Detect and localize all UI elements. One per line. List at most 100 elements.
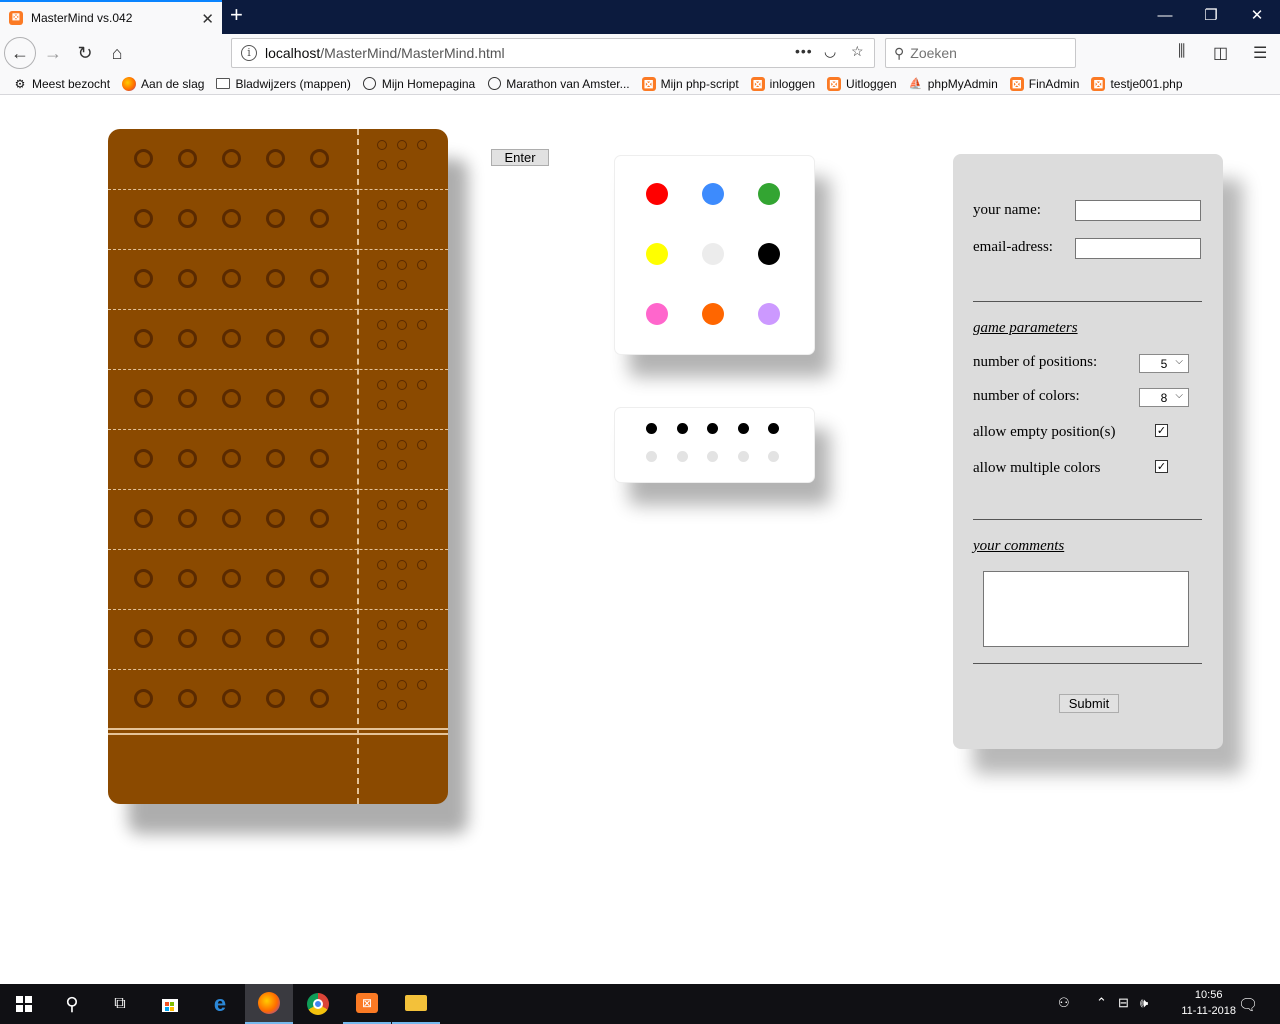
submit-button[interactable]: Submit: [1059, 694, 1119, 713]
restore-icon[interactable]: ❐: [1188, 4, 1234, 28]
close-window-icon[interactable]: ✕: [1234, 4, 1280, 28]
palette-color-peg[interactable]: [702, 303, 724, 325]
peg-hole[interactable]: [178, 569, 197, 588]
peg-hole[interactable]: [266, 509, 285, 528]
chevron-up-icon[interactable]: ⌃: [1096, 995, 1107, 1011]
file-explorer-icon[interactable]: [392, 984, 440, 1024]
peg-hole[interactable]: [266, 329, 285, 348]
peg-hole[interactable]: [310, 149, 329, 168]
peg-hole[interactable]: [310, 509, 329, 528]
peg-hole[interactable]: [134, 689, 153, 708]
bookmark-item[interactable]: ⛵ phpMyAdmin: [909, 77, 998, 91]
xampp-icon[interactable]: ⊠: [343, 984, 391, 1024]
palette-color-peg[interactable]: [758, 243, 780, 265]
peg-hole[interactable]: [266, 209, 285, 228]
peg-hole[interactable]: [266, 389, 285, 408]
peg-hole[interactable]: [310, 569, 329, 588]
menu-icon[interactable]: ☰: [1253, 43, 1267, 63]
name-field[interactable]: [1075, 200, 1201, 221]
peg-hole[interactable]: [134, 209, 153, 228]
comments-textarea[interactable]: [983, 571, 1189, 647]
back-icon[interactable]: ←: [4, 37, 36, 69]
bookmark-item[interactable]: ⊠ testje001.php: [1091, 76, 1183, 91]
peg-hole[interactable]: [178, 389, 197, 408]
peg-hole[interactable]: [134, 569, 153, 588]
library-icon[interactable]: ⫼: [1178, 43, 1185, 61]
peg-hole[interactable]: [134, 389, 153, 408]
network-icon[interactable]: ⊟: [1118, 995, 1129, 1011]
peg-hole[interactable]: [178, 509, 197, 528]
peg-hole[interactable]: [310, 209, 329, 228]
peg-hole[interactable]: [178, 269, 197, 288]
firefox-icon[interactable]: [245, 984, 293, 1024]
palette-color-peg[interactable]: [646, 243, 668, 265]
palette-color-peg[interactable]: [702, 183, 724, 205]
peg-hole[interactable]: [310, 689, 329, 708]
peg-hole[interactable]: [134, 509, 153, 528]
peg-hole[interactable]: [310, 269, 329, 288]
peg-hole[interactable]: [266, 269, 285, 288]
peg-hole[interactable]: [222, 149, 241, 168]
peg-hole[interactable]: [178, 689, 197, 708]
peg-hole[interactable]: [222, 209, 241, 228]
edge-icon[interactable]: e: [196, 984, 244, 1024]
clock[interactable]: 10:56 11-11-2018: [1181, 987, 1236, 1019]
palette-color-peg[interactable]: [646, 303, 668, 325]
forward-icon[interactable]: →: [38, 38, 68, 68]
palette-color-peg[interactable]: [758, 303, 780, 325]
colors-select[interactable]: 8 ⌵: [1139, 388, 1189, 407]
pocket-icon[interactable]: ◡: [824, 43, 836, 60]
bookmark-item[interactable]: ⚙ Meest bezocht: [13, 77, 110, 91]
store-icon[interactable]: [146, 984, 194, 1024]
url-bar[interactable]: i localhost/MasterMind/MasterMind.html •…: [231, 38, 875, 68]
tab-mastermind[interactable]: ⊠ MasterMind vs.042 ✕: [0, 0, 222, 34]
bookmark-item[interactable]: ⊠ inloggen: [750, 76, 815, 91]
peg-hole[interactable]: [178, 209, 197, 228]
info-icon[interactable]: i: [241, 45, 257, 61]
chrome-icon[interactable]: [294, 984, 342, 1024]
peg-hole[interactable]: [178, 149, 197, 168]
peg-hole[interactable]: [134, 269, 153, 288]
peg-hole[interactable]: [310, 629, 329, 648]
palette-color-peg[interactable]: [702, 243, 724, 265]
peg-hole[interactable]: [266, 629, 285, 648]
bookmark-item[interactable]: ⊠ Mijn php-script: [641, 76, 739, 91]
peg-hole[interactable]: [266, 149, 285, 168]
peg-hole[interactable]: [222, 509, 241, 528]
bookmark-item[interactable]: Marathon van Amster...: [487, 77, 630, 91]
peg-hole[interactable]: [222, 689, 241, 708]
new-tab-icon[interactable]: +: [230, 4, 243, 26]
reload-icon[interactable]: ↻: [70, 38, 100, 68]
bookmark-item[interactable]: Aan de slag: [122, 76, 204, 91]
home-icon[interactable]: ⌂: [102, 38, 132, 68]
peg-hole[interactable]: [222, 329, 241, 348]
volume-icon[interactable]: 🕪: [1140, 995, 1148, 1011]
peg-hole[interactable]: [222, 629, 241, 648]
peg-hole[interactable]: [222, 389, 241, 408]
search-input[interactable]: ⚲ Zoeken: [885, 38, 1076, 68]
close-tab-icon[interactable]: ✕: [201, 10, 214, 28]
palette-color-peg[interactable]: [758, 183, 780, 205]
peg-hole[interactable]: [310, 389, 329, 408]
peg-hole[interactable]: [134, 149, 153, 168]
palette-color-peg[interactable]: [646, 183, 668, 205]
notifications-icon[interactable]: 🗨: [1238, 995, 1258, 1015]
peg-hole[interactable]: [222, 269, 241, 288]
peg-hole[interactable]: [266, 689, 285, 708]
bookmark-item[interactable]: ⊠ Uitloggen: [827, 76, 897, 91]
peg-hole[interactable]: [266, 449, 285, 468]
peg-hole[interactable]: [266, 569, 285, 588]
minimize-icon[interactable]: —: [1142, 4, 1188, 28]
positions-select[interactable]: 5 ⌵: [1139, 354, 1189, 373]
search-icon[interactable]: ⚲: [48, 984, 96, 1024]
peg-hole[interactable]: [178, 329, 197, 348]
task-view-icon[interactable]: ⧉: [96, 984, 144, 1024]
sidebar-icon[interactable]: ◫: [1213, 43, 1228, 63]
windows-start-icon[interactable]: [0, 984, 48, 1024]
peg-hole[interactable]: [222, 449, 241, 468]
peg-hole[interactable]: [178, 629, 197, 648]
people-icon[interactable]: ⚇: [1058, 995, 1070, 1011]
bookmark-item[interactable]: ⊠ FinAdmin: [1009, 76, 1079, 91]
peg-hole[interactable]: [134, 629, 153, 648]
allow-multiple-checkbox[interactable]: ✓: [1155, 460, 1168, 473]
